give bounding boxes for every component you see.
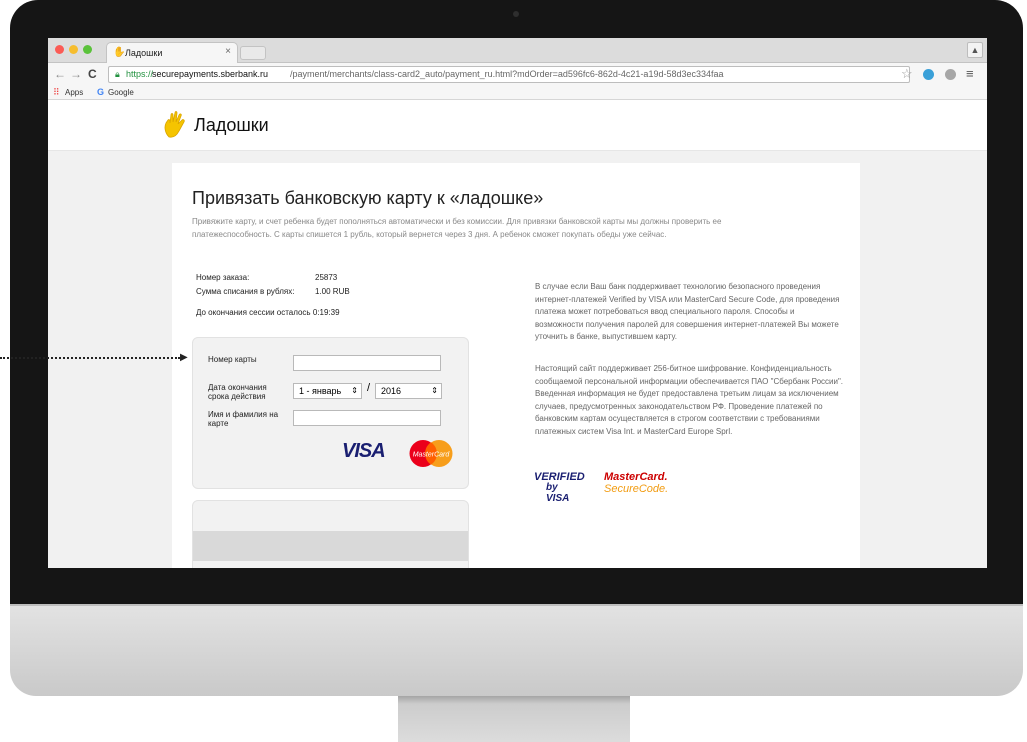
hand-favicon-icon: ✋ <box>113 47 126 58</box>
apps-grid-icon[interactable]: ⠿ <box>53 87 60 98</box>
zoom-window-button[interactable] <box>83 45 92 54</box>
expiry-year-value: 2016 <box>381 386 402 396</box>
select-arrows-icon: ⇕ <box>431 386 438 395</box>
content-card: Привязать банковскую карту к «ладошке» П… <box>172 163 860 568</box>
mastercard-securecode-name: MasterCard. <box>604 471 668 483</box>
verified-by-visa-line-2: by VISA <box>546 482 570 504</box>
secondary-panel <box>192 500 469 568</box>
expiry-month-value: 1 - январь <box>299 386 342 396</box>
monitor-chin-edge <box>10 604 1023 606</box>
reload-icon[interactable]: C <box>88 66 97 82</box>
extension-icon[interactable] <box>945 69 956 80</box>
card-number-input[interactable] <box>293 355 441 371</box>
monitor-chin <box>10 604 1023 696</box>
cardholder-name-input[interactable] <box>293 410 441 426</box>
tab-title: Ладошки <box>125 48 163 58</box>
browser-tab[interactable]: ✋ Ладошки × <box>106 42 238 63</box>
url-path: /payment/merchants/class-card2_auto/paym… <box>290 69 724 79</box>
select-arrows-icon: ⇕ <box>351 386 358 395</box>
profile-icon[interactable]: ▲ <box>967 42 983 58</box>
amount-value: 1.00 RUB <box>315 287 350 296</box>
screen: ✋ Ладошки × ▲ ← → C 🔒︎ https:// securepa… <box>48 38 987 568</box>
mastercard-logo: MasterCard <box>409 440 453 467</box>
back-arrow-icon[interactable]: ← <box>54 66 66 82</box>
extension-drive-icon[interactable] <box>923 69 934 80</box>
security-info-paragraph: В случае если Ваш банк поддерживает техн… <box>535 282 840 341</box>
address-bar[interactable]: 🔒︎ https:// securepayments.sberbank.ru /… <box>108 66 910 83</box>
secondary-panel-band <box>193 531 468 561</box>
google-icon[interactable]: G <box>97 87 104 97</box>
cardholder-name-label: Имя и фамилия на карте <box>208 410 279 428</box>
bookmark-star-icon[interactable]: ☆ <box>901 66 913 82</box>
intro-text-line-1: Привяжите карту, и счет ребенка будет по… <box>192 217 722 226</box>
site-header: Ладошки <box>48 100 987 151</box>
bookmark-apps[interactable]: Apps <box>65 88 83 97</box>
url-scheme: https:// <box>126 69 154 79</box>
date-separator: / <box>367 382 371 394</box>
site-logo-text[interactable]: Ладошки <box>194 115 269 136</box>
encryption-info-paragraph: Настоящий сайт поддерживает 256-битное ш… <box>535 364 844 436</box>
forward-arrow-icon[interactable]: → <box>70 66 82 82</box>
stand-shadow <box>398 696 630 704</box>
close-window-button[interactable] <box>55 45 64 54</box>
hand-icon <box>164 111 185 138</box>
tab-bar: ✋ Ладошки × ▲ <box>48 38 987 63</box>
expiry-month-select[interactable]: 1 - январь ⇕ <box>293 383 362 399</box>
expiry-year-select[interactable]: 2016 ⇕ <box>375 383 442 399</box>
tab-close-icon[interactable]: × <box>225 46 231 57</box>
mastercard-logo-text: MasterCard <box>413 452 451 459</box>
intro-text-line-2: платежеспособность. С карты спишется 1 р… <box>192 230 667 239</box>
pointer-dotted-line <box>0 357 180 359</box>
camera-dot <box>513 11 519 17</box>
order-number-label: Номер заказа: <box>196 273 250 282</box>
card-form: Номер карты Дата окончания срока действи… <box>192 337 469 489</box>
minimize-window-button[interactable] <box>69 45 78 54</box>
visa-logo: VISA <box>342 440 386 462</box>
lock-icon: 🔒︎ <box>115 69 120 79</box>
menu-icon[interactable]: ≡ <box>966 66 974 82</box>
order-number-value: 25873 <box>315 273 338 282</box>
session-timer: До окончания сессии осталось 0:19:39 <box>196 308 340 317</box>
pointer-arrow-icon: ▶ <box>180 352 188 363</box>
amount-label: Сумма списания в рублях: <box>196 287 295 296</box>
mastercard-securecode-text: SecureCode. <box>604 483 669 495</box>
bookmarks-bar: ⠿ Apps G Google <box>48 85 987 100</box>
card-number-label: Номер карты <box>208 355 257 364</box>
expiry-date-label: Дата окончания срока действия <box>208 383 267 401</box>
bookmark-google[interactable]: Google <box>108 88 134 97</box>
browser-toolbar: ← → C 🔒︎ https:// securepayments.sberban… <box>48 63 987 85</box>
url-host: securepayments.sberbank.ru <box>152 69 269 79</box>
page-title: Привязать банковскую карту к «ладошке» <box>192 188 544 208</box>
new-tab-button[interactable] <box>240 46 266 60</box>
